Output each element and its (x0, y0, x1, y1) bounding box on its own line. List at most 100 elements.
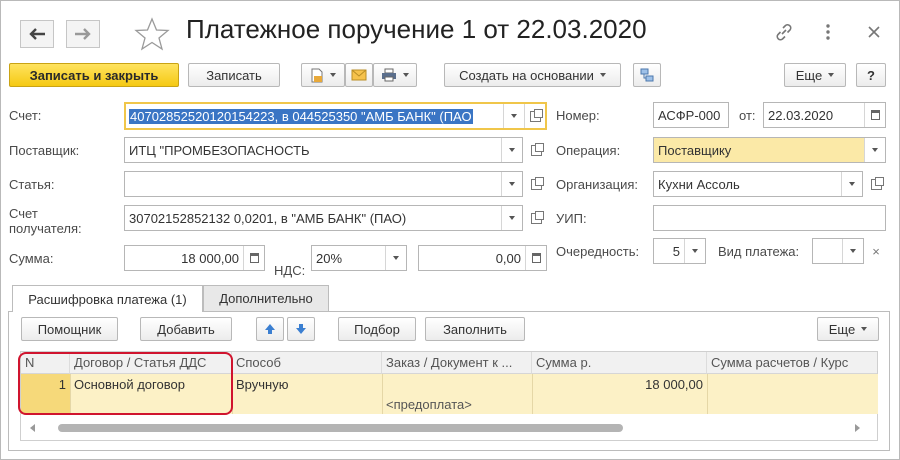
supplier-label: Поставщик: (9, 143, 80, 158)
document-structure-button[interactable] (301, 63, 345, 87)
chevron-down-icon[interactable] (841, 172, 862, 196)
chevron-down-icon[interactable] (503, 104, 524, 128)
scroll-left-icon[interactable] (30, 424, 36, 432)
uip-label: УИП: (556, 211, 587, 226)
column-header-settlement[interactable]: Сумма расчетов / Курс (707, 352, 877, 374)
forward-button[interactable] (66, 20, 100, 48)
tab-payment-details[interactable]: Расшифровка платежа (1) (12, 285, 203, 312)
uip-field[interactable] (653, 205, 886, 231)
save-and-close-button[interactable]: Записать и закрыть (9, 63, 179, 87)
number-field[interactable]: АСФР-000 (653, 102, 729, 128)
structure-button[interactable] (633, 63, 661, 87)
selection-button[interactable]: Подбор (338, 317, 416, 341)
more-label: Еще (795, 67, 823, 83)
assistant-button[interactable]: Помощник (21, 317, 118, 341)
horizontal-scrollbar[interactable] (20, 420, 878, 436)
clear-icon[interactable]: × (866, 238, 886, 264)
recipient-account-label: Счет получателя: (9, 206, 82, 236)
tab-additional[interactable]: Дополнительно (203, 285, 329, 311)
create-based-on-button[interactable]: Создать на основании (444, 63, 621, 87)
arrow-up-icon (265, 324, 275, 334)
vat-amount-value: 0,00 (495, 250, 521, 266)
save-button[interactable]: Записать (188, 63, 280, 87)
chevron-down-icon[interactable] (501, 172, 522, 196)
chevron-down-icon[interactable] (864, 138, 885, 162)
priority-field[interactable]: 5 (653, 238, 706, 264)
printer-icon (382, 68, 396, 82)
row-settlement (707, 374, 877, 394)
amount-field[interactable]: 18 000,00 (124, 245, 265, 271)
date-value: 22.03.2020 (768, 107, 834, 123)
calculator-icon[interactable] (525, 246, 546, 270)
document-icon (311, 68, 323, 82)
account-value: 40702852520120154223, в 044525350 "АМБ Б… (129, 108, 473, 124)
organization-open-icon[interactable] (866, 171, 886, 197)
calculator-icon[interactable] (243, 246, 264, 270)
operation-label: Операция: (556, 143, 621, 158)
recipient-account-label-line2: получателя: (9, 221, 82, 236)
envelope-icon (351, 69, 367, 81)
supplier-field[interactable]: ИТЦ "ПРОМБЕЗОПАСНОСТЬ (124, 137, 523, 163)
recipient-account-value: 30702152852132 0,0201, в "АМБ БАНК" (ПАО… (129, 210, 407, 226)
scroll-right-icon[interactable] (854, 424, 860, 432)
amount-label: Сумма: (9, 251, 54, 266)
chevron-down-icon[interactable] (501, 138, 522, 162)
account-field[interactable]: 40702852520120154223, в 044525350 "АМБ Б… (124, 102, 547, 130)
add-row-button[interactable]: Добавить (140, 317, 232, 341)
operation-field[interactable]: Поставщику (653, 137, 886, 163)
chevron-down-icon[interactable] (385, 246, 406, 270)
priority-value: 5 (672, 243, 680, 259)
number-label: Номер: (556, 108, 600, 123)
vat-label: НДС: (274, 263, 306, 278)
row-method: Вручную (236, 376, 289, 392)
back-button[interactable] (20, 20, 54, 48)
article-label: Статья: (9, 177, 55, 192)
article-open-icon[interactable] (526, 171, 546, 197)
more-vertical-icon[interactable] (814, 18, 842, 46)
operation-value: Поставщику (658, 142, 732, 158)
number-value: АСФР-000 (658, 107, 721, 123)
email-button[interactable] (345, 63, 373, 87)
arrow-down-icon (296, 324, 306, 334)
article-field[interactable] (124, 171, 523, 197)
column-header-method[interactable]: Способ (232, 352, 382, 374)
recipient-account-field[interactable]: 30702152852132 0,0201, в "АМБ БАНК" (ПАО… (124, 205, 523, 231)
vat-amount-field[interactable]: 0,00 (418, 245, 547, 271)
organization-value: Кухни Ассоль (658, 176, 740, 192)
amount-value: 18 000,00 (181, 250, 239, 266)
close-icon[interactable] (860, 18, 888, 46)
print-button[interactable] (373, 63, 417, 87)
vat-rate-field[interactable]: 20% (311, 245, 407, 271)
calendar-icon[interactable] (864, 103, 885, 127)
hierarchy-icon (640, 68, 654, 82)
open-icon[interactable] (524, 104, 545, 128)
create-based-on-label: Создать на основании (459, 67, 594, 83)
column-header-order[interactable]: Заказ / Документ к ... (382, 352, 532, 374)
recipient-account-label-line1: Счет (9, 206, 38, 221)
chevron-down-icon[interactable] (842, 239, 863, 263)
table-more-button[interactable]: Еще (817, 317, 879, 341)
chevron-down-icon[interactable] (501, 206, 522, 230)
move-up-button[interactable] (256, 317, 284, 341)
move-down-button[interactable] (287, 317, 315, 341)
supplier-open-icon[interactable] (526, 137, 546, 163)
recipient-account-open-icon[interactable] (526, 205, 546, 231)
link-icon[interactable] (770, 18, 798, 46)
help-button[interactable]: ? (856, 63, 886, 87)
organization-field[interactable]: Кухни Ассоль (653, 171, 863, 197)
arrow-left-icon (29, 28, 45, 40)
fill-button[interactable]: Заполнить (425, 317, 525, 341)
row-order: <предоплата> (386, 397, 472, 412)
payment-type-field[interactable] (812, 238, 864, 264)
page-title: Платежное поручение 1 от 22.03.2020 (186, 14, 647, 44)
organization-label: Организация: (556, 177, 639, 192)
payment-type-label: Вид платежа: (718, 244, 800, 259)
scrollbar-thumb[interactable] (58, 424, 623, 432)
annotation-highlight-box (18, 352, 233, 415)
more-button[interactable]: Еще (784, 63, 846, 87)
date-field[interactable]: 22.03.2020 (763, 102, 886, 128)
favorite-star-icon[interactable] (134, 17, 170, 51)
chevron-down-icon[interactable] (684, 239, 705, 263)
column-header-amount[interactable]: Сумма р. (532, 352, 707, 374)
arrow-right-icon (75, 28, 91, 40)
